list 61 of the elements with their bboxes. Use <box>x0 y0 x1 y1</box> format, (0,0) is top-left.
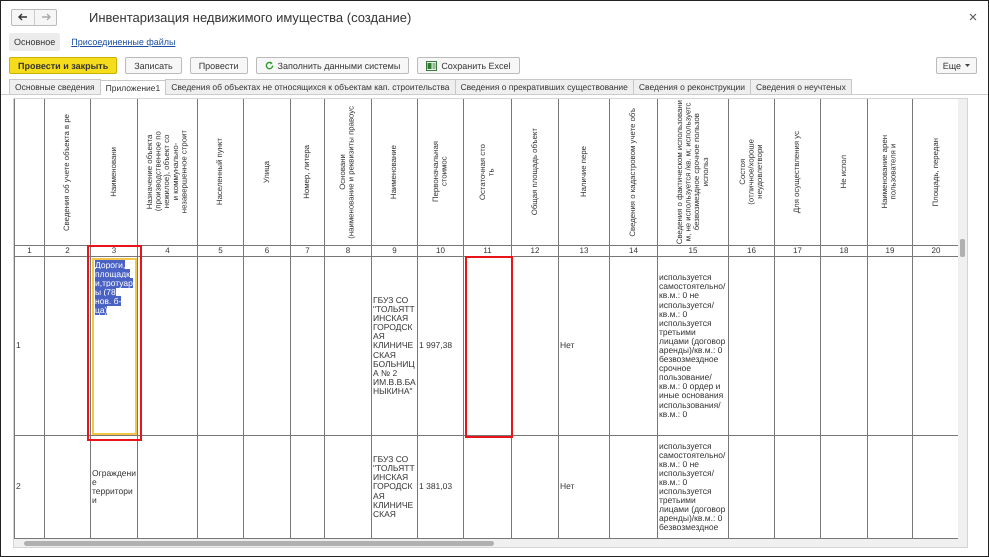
tab[interactable]: Сведения об объектах не относящихся к объектам кап. строительства <box>165 79 456 94</box>
table-cell[interactable] <box>324 256 372 436</box>
column-number: 11 <box>464 246 512 256</box>
toolbar-button[interactable]: Сохранить Excel <box>417 57 520 74</box>
column-number: 2 <box>44 246 90 256</box>
column-number: 10 <box>418 246 464 256</box>
column-number: 17 <box>774 246 820 256</box>
column-number: 19 <box>868 246 912 256</box>
table-cell[interactable]: используется самостоятельно/кв.м.: 0 не используется/кв.м.: 0 используется третьими лицами (договор аренды)/кв.м.: 0 безвозмездное срочное пользование/кв.м.: 0 ордер и иные основания использования/кв.м.: 0 <box>658 256 728 436</box>
left-arrow-icon <box>18 13 28 21</box>
table-cell[interactable] <box>512 256 558 436</box>
column-number: 7 <box>290 246 324 256</box>
toolbar-button[interactable]: Заполнить данными системы <box>256 57 410 74</box>
tab[interactable]: Приложение1 <box>100 80 166 95</box>
column-number: 12 <box>512 246 558 256</box>
table-cell[interactable] <box>290 256 324 436</box>
vertical-scrollbar[interactable] <box>958 99 967 539</box>
tab[interactable]: Сведения о реконструкции <box>632 79 751 94</box>
table-cell[interactable]: Дороги, площадки,тротуары (78 нов. б-ца) <box>90 256 138 436</box>
table-cell[interactable]: Нет <box>558 256 610 436</box>
column-number: 14 <box>610 246 658 256</box>
column-number: 8 <box>324 246 372 256</box>
caret-icon <box>965 64 970 67</box>
refresh-icon <box>264 61 274 70</box>
column-number: 15 <box>658 246 728 256</box>
column-number: 18 <box>820 246 868 256</box>
column-number: 16 <box>728 246 774 256</box>
toolbar-button[interactable]: Провести и закрыть <box>9 57 118 74</box>
column-number: 1 <box>14 246 44 256</box>
spreadsheet-icon <box>426 60 438 70</box>
close-icon[interactable] <box>968 12 978 22</box>
window-title: Инвентаризация недвижимого имущества (создание) <box>89 10 412 24</box>
horizontal-scrollbar[interactable] <box>14 539 967 547</box>
table-cell[interactable] <box>820 256 868 436</box>
table-cell[interactable] <box>868 256 912 436</box>
column-number: 3 <box>90 246 138 256</box>
row-number[interactable]: 1 <box>14 256 44 436</box>
column-number: 6 <box>244 246 290 256</box>
row-number[interactable]: 2 <box>14 436 44 538</box>
toolbar-button[interactable]: Записать <box>125 57 182 74</box>
table-cell[interactable] <box>138 256 198 436</box>
table-cell[interactable] <box>728 256 774 436</box>
section-link[interactable]: Присоединенные файлы <box>66 33 180 51</box>
tab[interactable]: Основные сведения <box>9 79 101 94</box>
table-cell[interactable] <box>198 256 244 436</box>
column-number: 5 <box>198 246 244 256</box>
table-cell[interactable] <box>44 256 90 436</box>
right-arrow-icon <box>40 13 50 21</box>
section-link[interactable]: Основное <box>9 33 60 51</box>
more-button[interactable]: Еще <box>936 57 977 74</box>
table-cell[interactable] <box>774 256 820 436</box>
tab[interactable]: Сведения о прекративших существование <box>454 79 634 94</box>
tab[interactable]: Сведения о неучтеных <box>750 79 852 94</box>
column-number: 9 <box>372 246 418 256</box>
table-cell[interactable]: ГБУЗ СО "ТОЛЬЯТТИНСКАЯ ГОРОДСКАЯ КЛИНИЧЕСКАЯ БОЛЬНИЦА № 2 ИМ.В.В.БАНЫКИНА" <box>372 256 418 436</box>
column-number: 13 <box>558 246 610 256</box>
table-cell[interactable]: 1 997,38 <box>418 256 464 436</box>
toolbar-button[interactable]: Провести <box>190 57 248 74</box>
table-cell[interactable] <box>244 256 290 436</box>
column-number: 4 <box>138 246 198 256</box>
table-cell[interactable] <box>610 256 658 436</box>
